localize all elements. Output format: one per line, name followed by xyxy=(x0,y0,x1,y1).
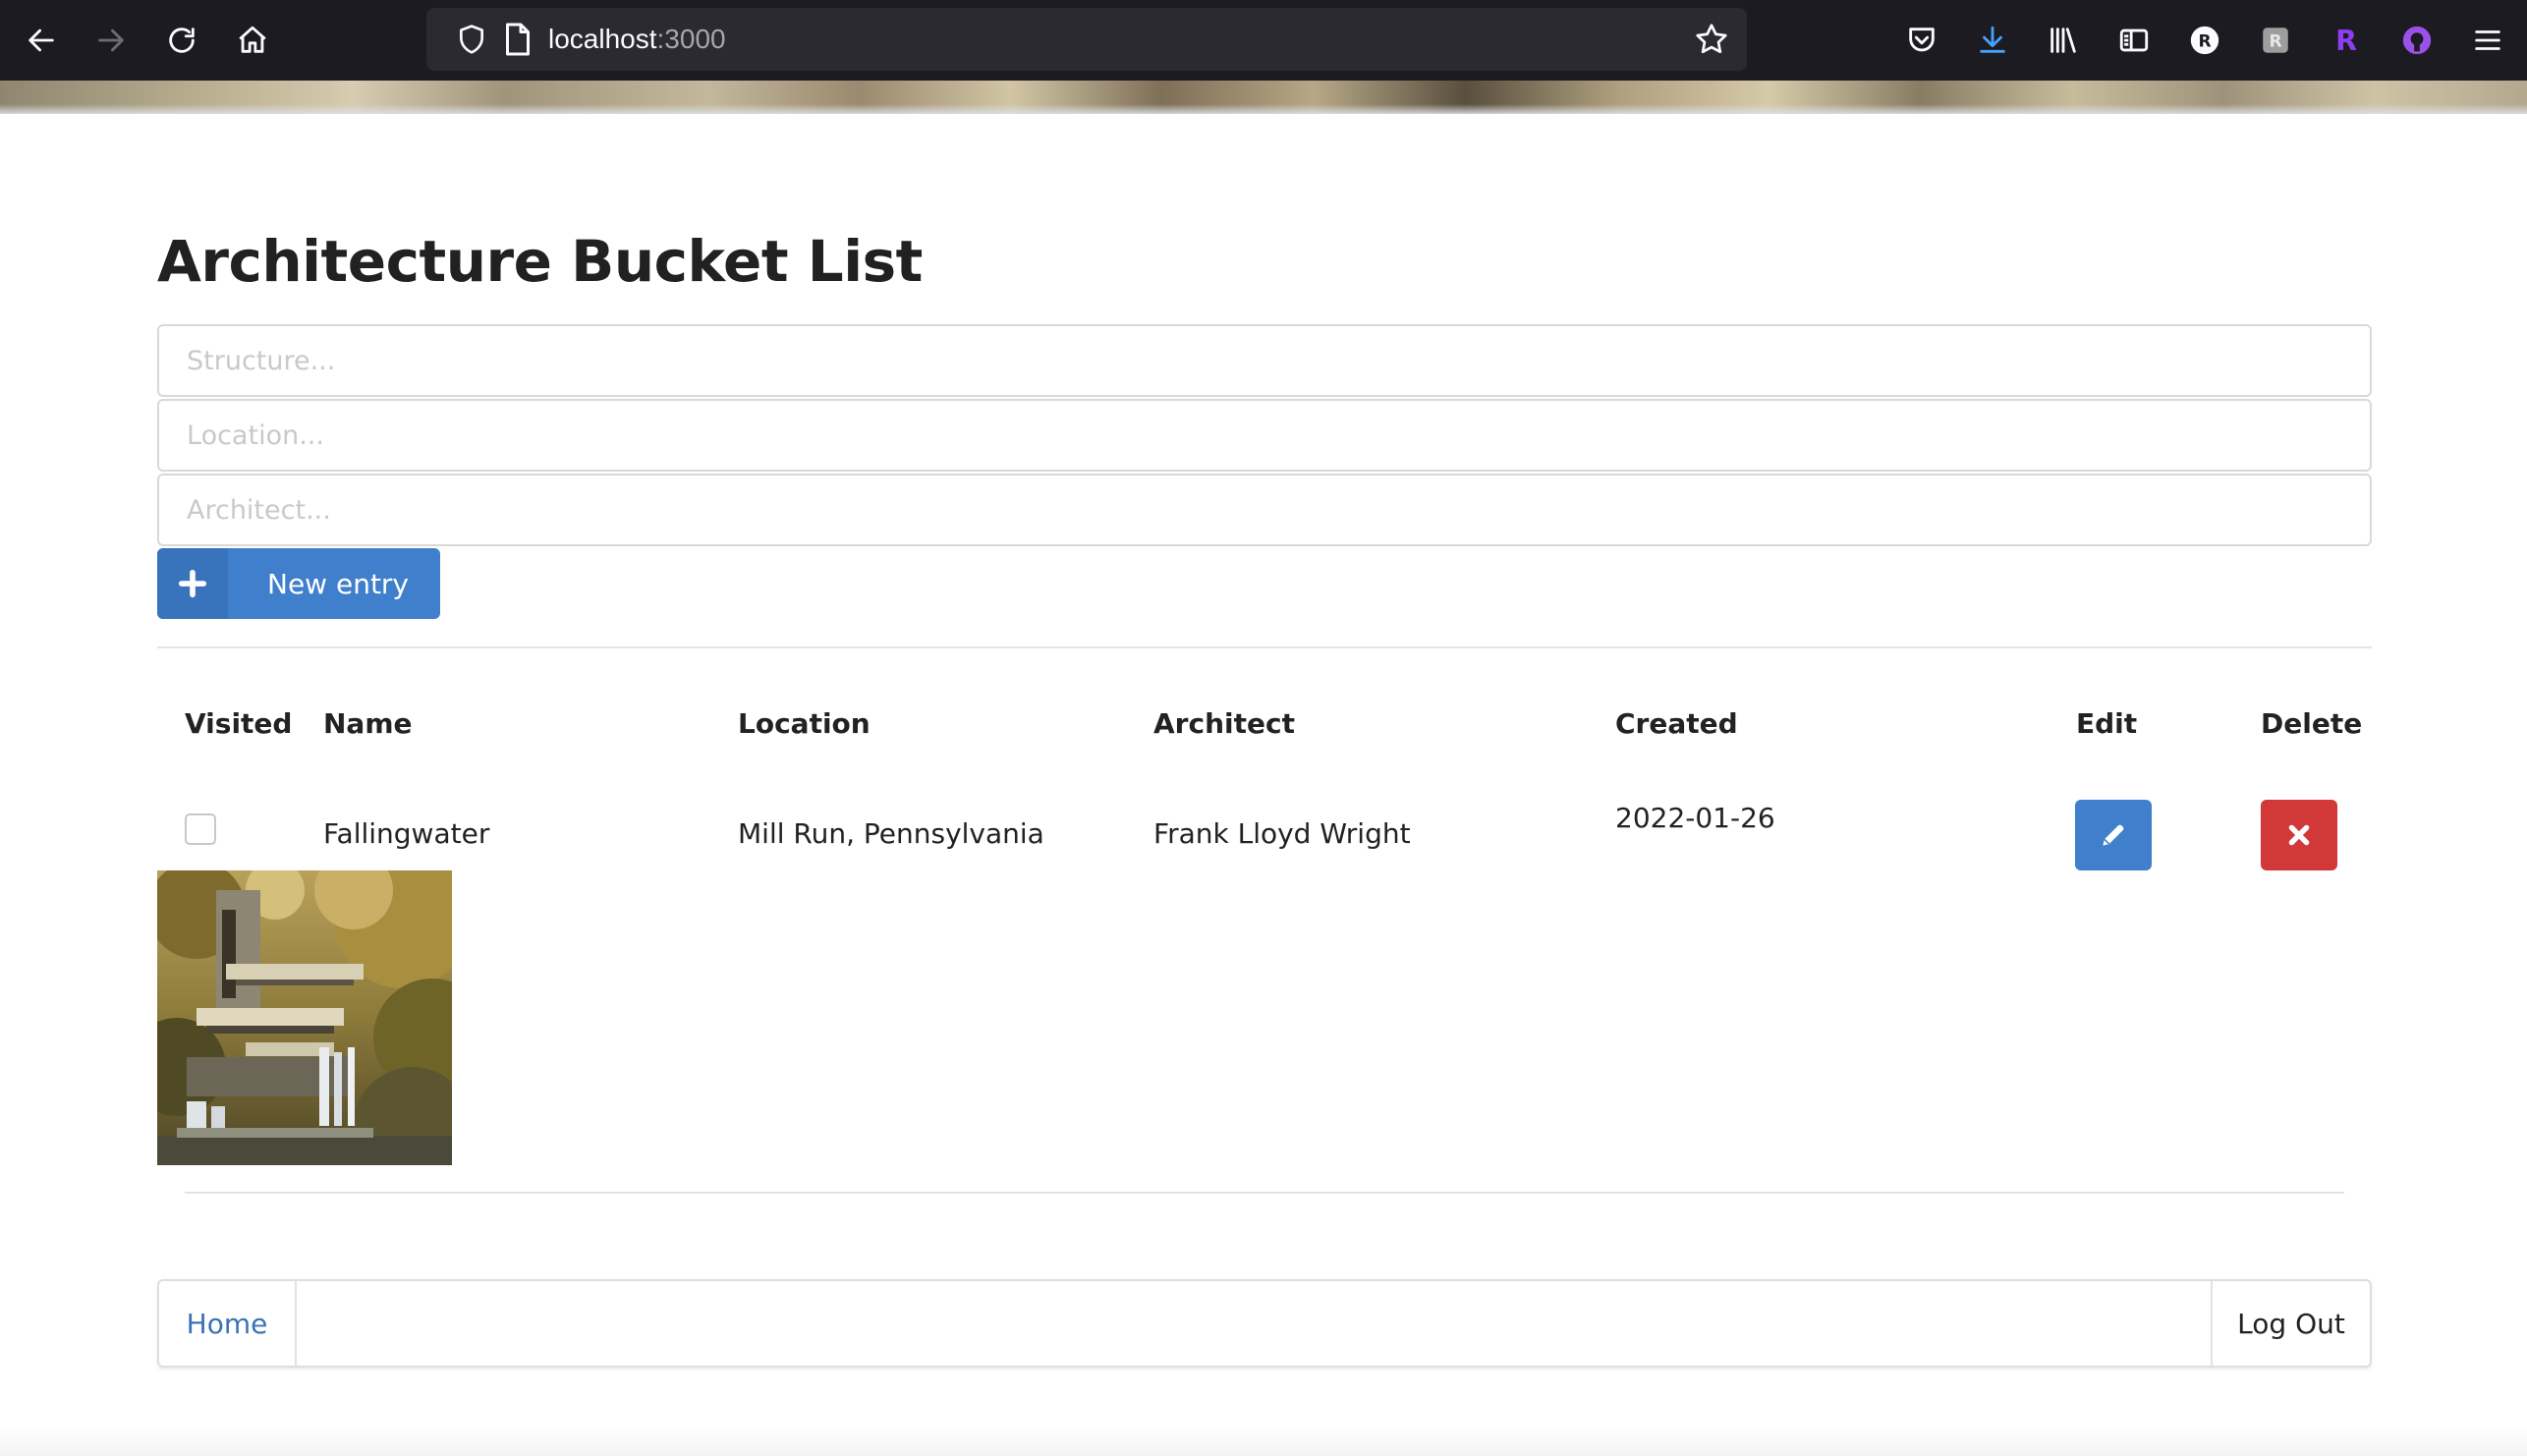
new-entry-label: New entry xyxy=(267,567,410,600)
download-icon[interactable] xyxy=(1972,20,2013,61)
logout-link[interactable]: Log Out xyxy=(2211,1281,2370,1366)
col-header-delete: Delete xyxy=(2261,707,2363,740)
github-icon[interactable] xyxy=(2396,20,2438,61)
divider xyxy=(185,1192,2344,1194)
browser-toolbar: localhost:3000 R R R xyxy=(0,0,2527,81)
url-bar[interactable]: localhost:3000 xyxy=(426,8,1747,71)
page-title: Architecture Bucket List xyxy=(157,228,923,295)
home-icon[interactable] xyxy=(228,16,277,65)
back-arrow-icon[interactable] xyxy=(17,16,66,65)
col-header-architect: Architect xyxy=(1153,707,1295,740)
structure-input[interactable] xyxy=(157,324,2372,397)
col-header-visited: Visited xyxy=(185,707,293,740)
svg-text:R: R xyxy=(2269,31,2281,51)
new-entry-button[interactable]: New entry xyxy=(157,548,440,619)
structure-photo xyxy=(157,870,452,1165)
reload-icon[interactable] xyxy=(157,16,206,65)
cell-name: Fallingwater xyxy=(323,817,490,850)
header-banner-image xyxy=(0,81,2527,114)
extension-icon[interactable]: R xyxy=(2255,20,2296,61)
delete-button[interactable] xyxy=(2261,800,2337,870)
col-header-edit: Edit xyxy=(2076,707,2138,740)
sidebar-icon[interactable] xyxy=(2113,20,2155,61)
visited-checkbox[interactable] xyxy=(185,813,216,845)
cell-architect: Frank Lloyd Wright xyxy=(1153,817,1411,850)
col-header-created: Created xyxy=(1615,707,1738,740)
svg-text:R: R xyxy=(2335,25,2357,57)
architect-input[interactable] xyxy=(157,474,2372,546)
location-input[interactable] xyxy=(157,399,2372,472)
close-x-icon xyxy=(2288,824,2310,846)
hamburger-menu-icon[interactable] xyxy=(2467,20,2508,61)
library-icon[interactable] xyxy=(2043,20,2084,61)
home-link[interactable]: Home xyxy=(159,1281,297,1366)
forward-arrow-icon[interactable] xyxy=(86,16,136,65)
extension-r-icon[interactable]: R xyxy=(2184,20,2225,61)
cell-location: Mill Run, Pennsylvania xyxy=(738,817,1044,850)
pocket-icon[interactable] xyxy=(1901,20,1942,61)
plus-icon xyxy=(157,548,228,619)
star-icon[interactable] xyxy=(1694,22,1729,57)
edit-button[interactable] xyxy=(2075,800,2152,870)
page-icon xyxy=(506,23,530,56)
cell-created: 2022-01-26 xyxy=(1615,802,1775,834)
page-bottom-edge xyxy=(0,1427,2527,1456)
pencil-icon xyxy=(2103,824,2124,846)
extension-r-purple-icon[interactable]: R xyxy=(2326,20,2367,61)
url-text[interactable]: localhost:3000 xyxy=(548,8,726,71)
url-port: :3000 xyxy=(656,24,726,54)
col-header-location: Location xyxy=(738,707,870,740)
footer-nav: Home Log Out xyxy=(157,1279,2372,1368)
col-header-name: Name xyxy=(323,707,413,740)
shield-icon[interactable] xyxy=(456,24,487,55)
svg-text:R: R xyxy=(2198,31,2211,51)
url-host: localhost xyxy=(548,24,657,54)
divider xyxy=(157,646,2372,648)
